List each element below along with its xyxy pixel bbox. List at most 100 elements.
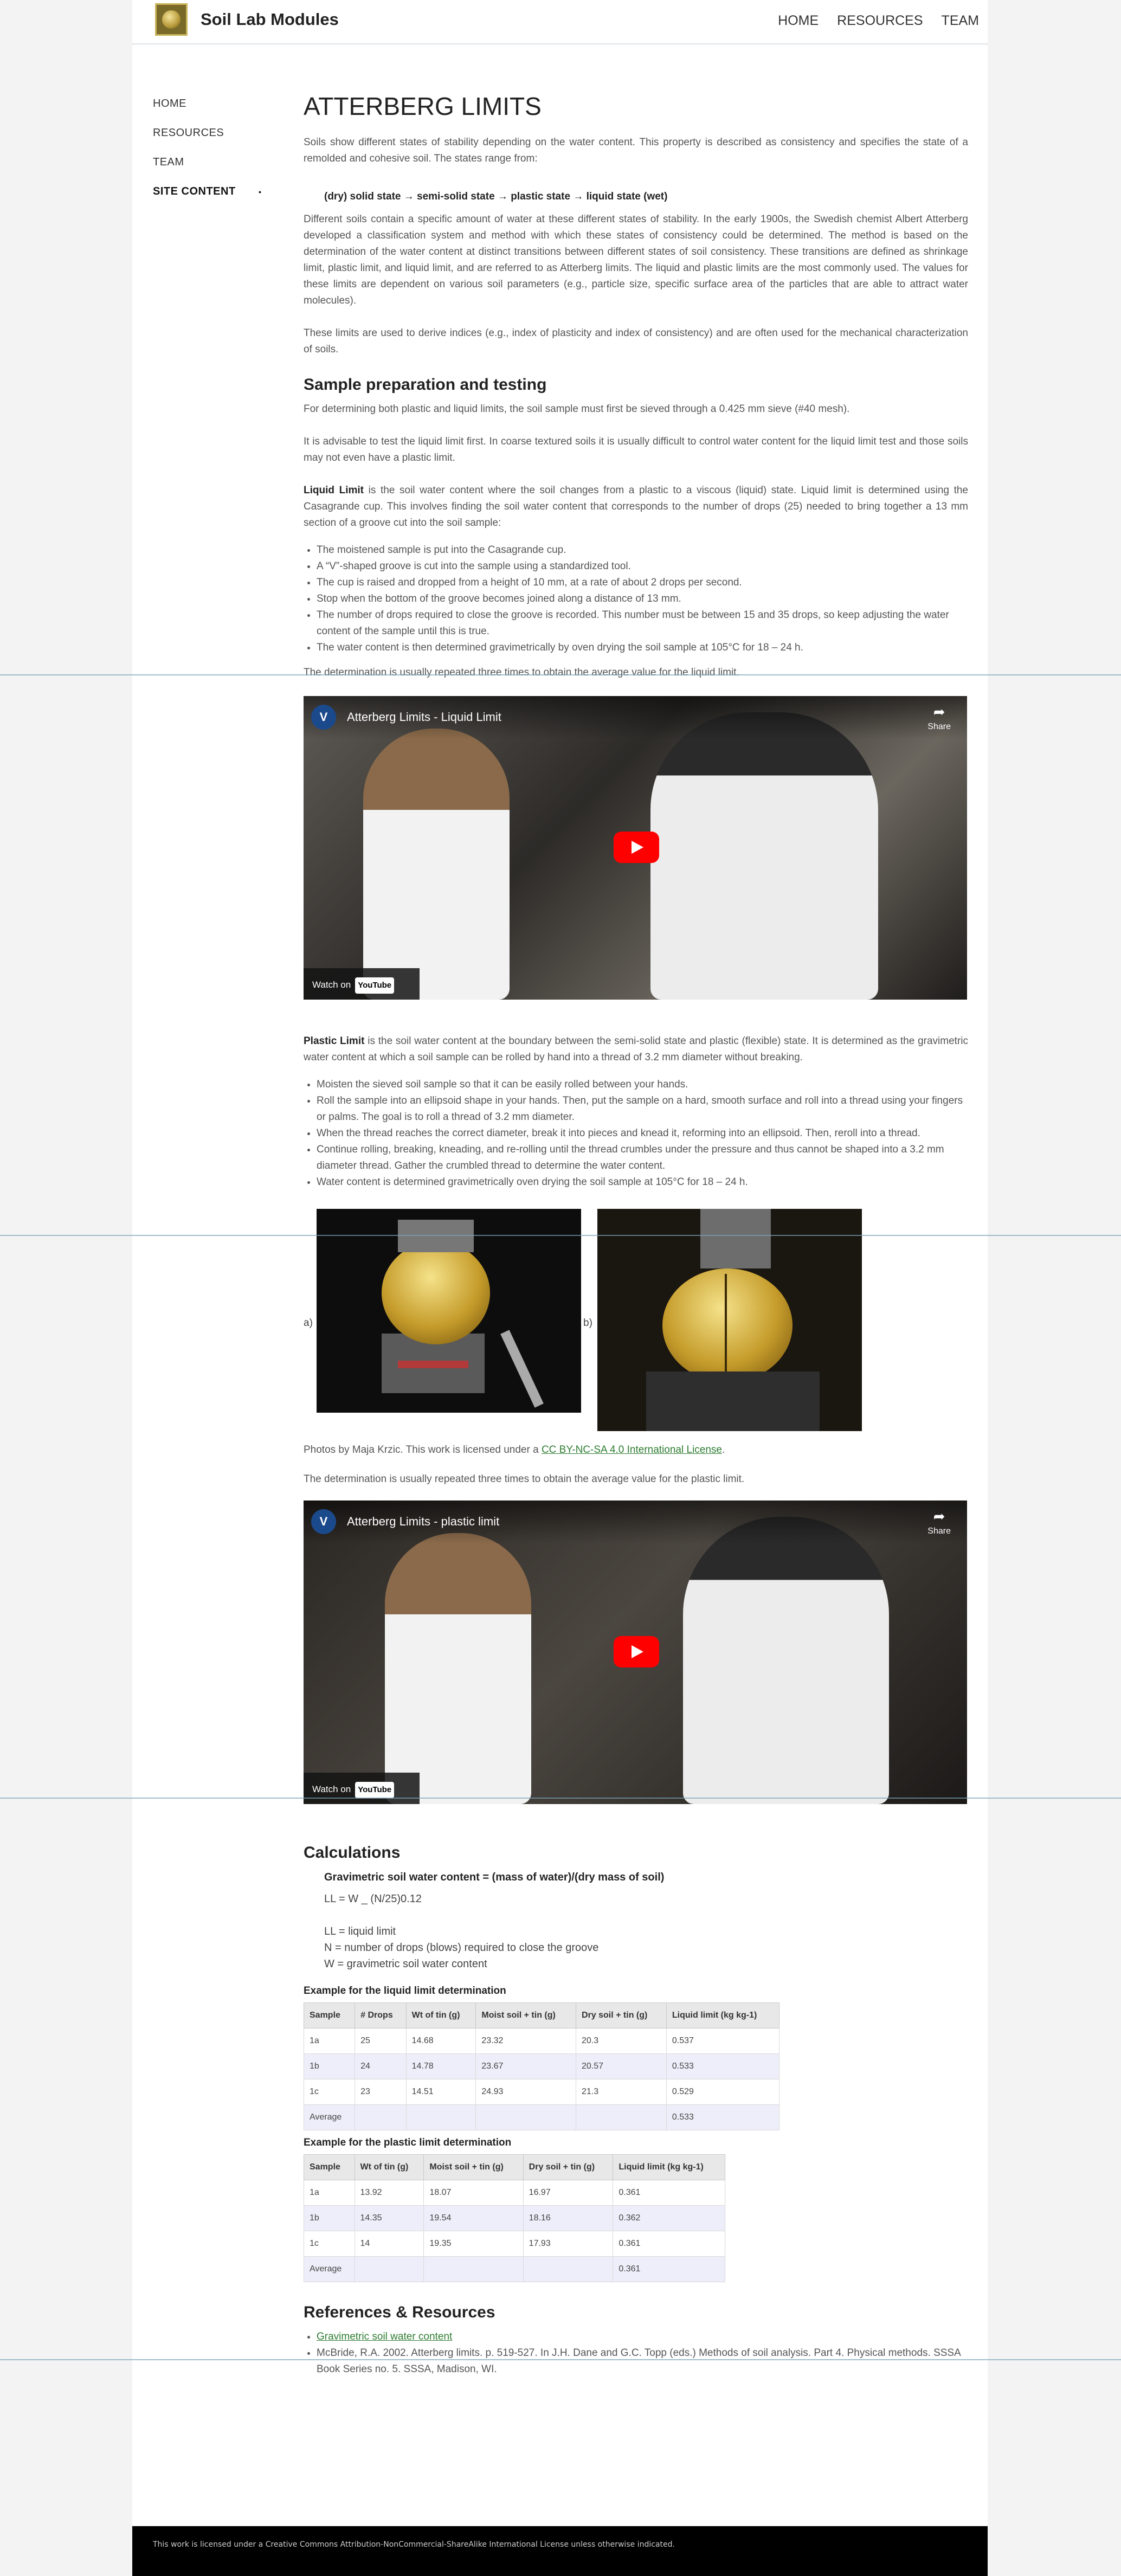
section-title-calculations: Calculations xyxy=(304,1844,401,1862)
channel-avatar[interactable]: V xyxy=(311,705,336,730)
table-cell xyxy=(475,2104,576,2130)
watch-on-youtube-button[interactable]: Watch on YouTube xyxy=(304,968,420,1000)
share-button[interactable]: ➦ Share xyxy=(927,705,951,735)
main-content: ATTERBERG LIMITS Soils show different st… xyxy=(303,90,968,2386)
plastic-limit-table: Sample Wt of tin (g) Moist soil + tin (g) D… xyxy=(304,2154,725,2282)
table-header-cell: Liquid limit (kg kg-1) xyxy=(613,2154,725,2180)
table-header-cell: Wt of tin (g) xyxy=(354,2154,424,2180)
video-title[interactable]: Atterberg Limits - plastic limit xyxy=(347,1514,499,1530)
table-cell: 0.533 xyxy=(666,2104,780,2130)
video-person-right xyxy=(650,712,878,1000)
table-cell: 14.35 xyxy=(354,2205,424,2231)
sidebar-item-team[interactable]: TEAM xyxy=(153,156,267,185)
table-cell: Average xyxy=(303,2104,356,2130)
table-cell: 0.361 xyxy=(613,2256,725,2282)
table-cell: 0.361 xyxy=(613,2180,725,2206)
list-item: The cup is raised and dropped from a hei… xyxy=(317,575,968,591)
video-player-plastic-limit[interactable]: V Atterberg Limits - plastic limit ➦ Shar… xyxy=(304,1500,967,1804)
list-item: The number of drops required to close th… xyxy=(317,607,968,640)
page-title: ATTERBERG LIMITS xyxy=(304,92,542,120)
table-cell: 23.67 xyxy=(475,2053,576,2079)
table-row: Average 0.533 xyxy=(303,2104,780,2130)
liquid-limit-term: Liquid Limit xyxy=(304,485,364,496)
youtube-logo: YouTube xyxy=(355,1782,395,1798)
nav-resources[interactable]: RESOURCES xyxy=(837,13,923,29)
liquid-limit-definition: is the soil water content where the soil… xyxy=(304,485,968,529)
table-cell: 1a xyxy=(303,2028,356,2054)
site-header: Soil Lab Modules HOME RESOURCES TEAM xyxy=(132,0,988,44)
footer-license-text: This work is licensed under a Creative C… xyxy=(153,2540,675,2549)
table-cell: 1c xyxy=(303,2079,356,2105)
sidebar-item-label: SITE CONTENT xyxy=(153,185,236,197)
site-logo[interactable] xyxy=(155,3,188,36)
table1-caption: Example for the liquid limit determinati… xyxy=(304,1985,506,1997)
table-header-cell: Sample xyxy=(304,2154,355,2180)
divider-line xyxy=(0,1235,1121,1236)
plastic-limit-steps: Moisten the sieved soil sample so that i… xyxy=(317,1077,968,1190)
site-title[interactable]: Soil Lab Modules xyxy=(201,10,339,29)
share-label: Share xyxy=(927,722,951,731)
license-link[interactable]: CC BY-NC-SA 4.0 International License xyxy=(542,1444,722,1456)
nav-team[interactable]: TEAM xyxy=(942,13,979,29)
divider-line xyxy=(0,674,1121,675)
table-cell: 19.35 xyxy=(423,2231,524,2257)
table-cell xyxy=(423,2256,524,2282)
page-container: Soil Lab Modules HOME RESOURCES TEAM HOM… xyxy=(132,0,988,2576)
calc-definition-ll: LL = liquid limit xyxy=(324,1925,396,1937)
list-item: Water content is determined gravimetrica… xyxy=(317,1174,968,1190)
list-item: Stop when the bottom of the groove becom… xyxy=(317,591,968,607)
photo-label-b: b) xyxy=(583,1317,592,1329)
logo-emblem-icon xyxy=(162,10,181,29)
video-person-right xyxy=(683,1517,889,1804)
play-button[interactable] xyxy=(614,1636,659,1667)
calc-definition-n: N = number of drops (blows) required to … xyxy=(324,1942,599,1954)
table2-caption: Example for the plastic limit determinat… xyxy=(304,2137,512,2148)
table-row: 1a 13.92 18.07 16.97 0.361 xyxy=(304,2180,725,2206)
table-row: 1c 14 19.35 17.93 0.361 xyxy=(304,2231,725,2257)
table-cell: 0.361 xyxy=(613,2231,725,2257)
table-header-cell: Dry soil + tin (g) xyxy=(576,2002,667,2028)
table-header-cell: Dry soil + tin (g) xyxy=(523,2154,614,2180)
photo-device-mechanism xyxy=(700,1209,771,1268)
photo-device-mechanism xyxy=(398,1220,474,1252)
calc-ll-equation: LL = W _ (N/25)0.12 xyxy=(324,1893,422,1905)
sidebar-item-home[interactable]: HOME xyxy=(153,98,267,127)
table-cell: 23 xyxy=(355,2079,407,2105)
video-player-liquid-limit[interactable]: V Atterberg Limits - Liquid Limit ➦ Share… xyxy=(304,696,967,1000)
list-item: Moisten the sieved soil sample so that i… xyxy=(317,1077,968,1093)
history-paragraph: Different soils contain a specific amoun… xyxy=(304,214,968,306)
watch-on-youtube-button[interactable]: Watch on YouTube xyxy=(304,1773,420,1804)
play-button[interactable] xyxy=(614,832,659,863)
table-row: 1c 23 14.51 24.93 21.3 0.529 xyxy=(303,2079,780,2105)
list-item: The moistened sample is put into the Cas… xyxy=(317,542,968,558)
video-title[interactable]: Atterberg Limits - Liquid Limit xyxy=(347,709,501,725)
table-row: 1b 24 14.78 23.67 20.57 0.533 xyxy=(303,2053,780,2079)
table-cell xyxy=(523,2256,614,2282)
table-cell: 24.93 xyxy=(475,2079,576,2105)
photo-brass-cup xyxy=(382,1241,490,1344)
table-header-cell: Sample xyxy=(303,2002,356,2028)
table-header-cell: Moist soil + tin (g) xyxy=(475,2002,576,2028)
indices-paragraph: These limits are used to derive indices … xyxy=(304,327,968,355)
share-button[interactable]: ➦ Share xyxy=(927,1509,951,1540)
reference-link-gravimetric[interactable]: Gravimetric soil water content xyxy=(317,2331,452,2342)
nav-home[interactable]: HOME xyxy=(778,13,819,29)
liquid-limit-table: Sample # Drops Wt of tin (g) Moist soil + t… xyxy=(303,2002,780,2130)
table-cell: 14 xyxy=(354,2231,424,2257)
table-cell: 20.57 xyxy=(576,2053,667,2079)
channel-avatar[interactable]: V xyxy=(311,1509,336,1534)
calc-definition-w: W = gravimetric soil water content xyxy=(324,1958,487,1970)
table-cell: Average xyxy=(304,2256,355,2282)
table-header-cell: Wt of tin (g) xyxy=(405,2002,476,2028)
table-row: 1a 25 14.68 23.32 20.3 0.537 xyxy=(303,2028,780,2054)
table-cell: 18.16 xyxy=(523,2205,614,2231)
table-cell: 1b xyxy=(303,2053,356,2079)
table-cell: 0.529 xyxy=(666,2079,780,2105)
advice-paragraph: It is advisable to test the liquid limit… xyxy=(304,436,968,463)
table-header-row: Sample Wt of tin (g) Moist soil + tin (g) D… xyxy=(304,2154,725,2180)
calc-formula: Gravimetric soil water content = (mass o… xyxy=(324,1871,665,1883)
photo-device-base xyxy=(646,1371,820,1431)
sidebar-item-site-content[interactable]: SITE CONTENT • xyxy=(153,185,267,215)
list-item: A “V”-shaped groove is cut into the samp… xyxy=(317,558,968,575)
sidebar-item-resources[interactable]: RESOURCES xyxy=(153,127,267,156)
